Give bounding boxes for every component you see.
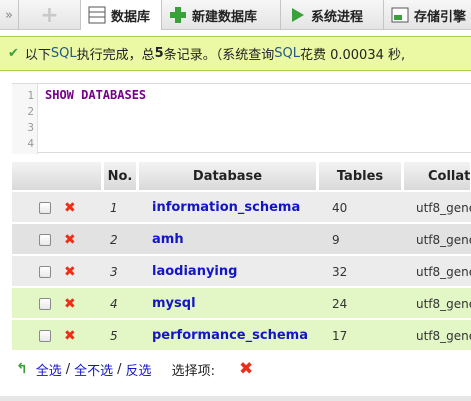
separator: / [65,361,71,377]
table-count: 32 [332,264,348,279]
row-number: 1 [110,200,118,215]
arrow-up-icon: ↰ [16,361,28,377]
line-number: 3 [27,121,34,134]
tab-engines-label: 存储引擎 [414,9,467,25]
header-collation[interactable]: Collati [404,162,471,190]
msg-prefix: 以下 [24,48,51,63]
msg-count: 5 [154,46,164,61]
play-icon [287,5,307,25]
delete-icon[interactable]: ✖ [64,328,76,344]
separator: / [117,361,122,377]
row-number: 4 [110,296,118,311]
database-link[interactable]: performance_schema [152,328,308,343]
delete-icon[interactable]: ✖ [64,296,76,312]
add-database-icon [168,5,188,25]
row-checkbox[interactable] [39,265,51,278]
database-link[interactable]: laodianying [152,264,237,279]
toolbar: » + 数据库 新建数据库 系统进程 存储引擎 [0,0,471,30]
plus-icon: + [40,2,59,28]
line-number: 2 [27,105,34,118]
delete-icon[interactable]: ✖ [64,264,76,280]
table-header: No. Database Tables Collati [12,162,471,190]
header-tables[interactable]: Tables [319,162,402,190]
tab-new-database-label: 新建数据库 [192,9,258,25]
selection-footer: ↰ 全选 / 全不选 / 反选 选择项: ✖ [16,358,253,380]
toolbar-chevron[interactable]: » [0,0,19,30]
row-checkbox[interactable] [39,201,51,214]
options-label: 选择项: [171,363,215,379]
line-number: 4 [27,137,34,150]
storage-icon [390,5,410,25]
header-no[interactable]: No. [104,162,137,190]
delete-icon[interactable]: ✖ [64,232,76,248]
line-number: 1 [27,89,34,102]
msg-middle: 执行完成，总 [76,48,155,63]
table-row[interactable]: ✖ 3 laodianying 32 utf8_gene [12,256,471,287]
horizontal-scrollbar[interactable] [0,396,471,401]
row-checkbox[interactable] [39,297,51,310]
tab-processes[interactable]: 系统进程 [281,0,384,30]
database-link[interactable]: mysql [152,296,196,311]
invert-selection-link[interactable]: 反选 [126,360,152,379]
database-link[interactable]: information_schema [152,200,300,215]
table-row[interactable]: ✖ 5 performance_schema 17 utf8_gene [12,320,471,351]
tab-processes-label: 系统进程 [311,9,364,25]
header-database[interactable]: Database [139,162,317,190]
tab-databases-label: 数据库 [111,9,151,25]
table-count: 9 [332,232,340,247]
collation: utf8_gene [416,264,471,279]
select-all-link[interactable]: 全选 [36,360,62,379]
msg-time: 花费 0.00034 秒, [299,48,406,63]
check-icon: ✔ [8,46,19,61]
select-none-link[interactable]: 全不选 [74,360,113,379]
row-checkbox[interactable] [39,233,51,246]
collation: utf8_gene [416,296,471,311]
tab-databases[interactable]: 数据库 [81,0,162,30]
line-number-gutter: 1 2 3 4 [12,84,38,154]
table-count: 40 [332,200,348,215]
delete-icon[interactable]: ✖ [64,200,76,216]
database-link[interactable]: amh [152,232,184,247]
collation: utf8_gene [416,200,471,215]
sql-query-box: 1 2 3 4 SHOW DATABASES [12,83,471,154]
row-number: 2 [110,232,118,247]
delete-selected-icon[interactable]: ✖ [239,359,253,379]
table-row[interactable]: ✖ 4 mysql 24 utf8_gene [12,288,471,319]
table-count: 24 [332,296,348,311]
msg-sql2: SQL [274,46,300,61]
row-checkbox[interactable] [39,329,51,342]
toolbar-add-blank[interactable]: + [19,0,81,30]
database-icon [87,5,107,25]
table-row[interactable]: ✖ 1 information_schema 40 utf8_gene [12,192,471,223]
tab-engines[interactable]: 存储引擎 [384,0,471,30]
msg-sql: SQL [50,46,77,61]
row-number: 3 [110,264,118,279]
msg-suffix: 条记录。（系统查询 [163,48,275,63]
sql-query-text: SHOW DATABASES [45,88,147,102]
collation: utf8_gene [416,232,471,247]
row-number: 5 [110,328,118,343]
tab-new-database[interactable]: 新建数据库 [162,0,281,30]
success-message: ✔ 以下 SQL 执行完成，总 5 条记录。（系统查询 SQL 花费 0.000… [0,36,471,71]
collation: utf8_gene [416,328,471,343]
header-checkbox-col [12,162,102,190]
table-count: 17 [332,328,348,343]
table-row[interactable]: ✖ 2 amh 9 utf8_gene [12,224,471,255]
